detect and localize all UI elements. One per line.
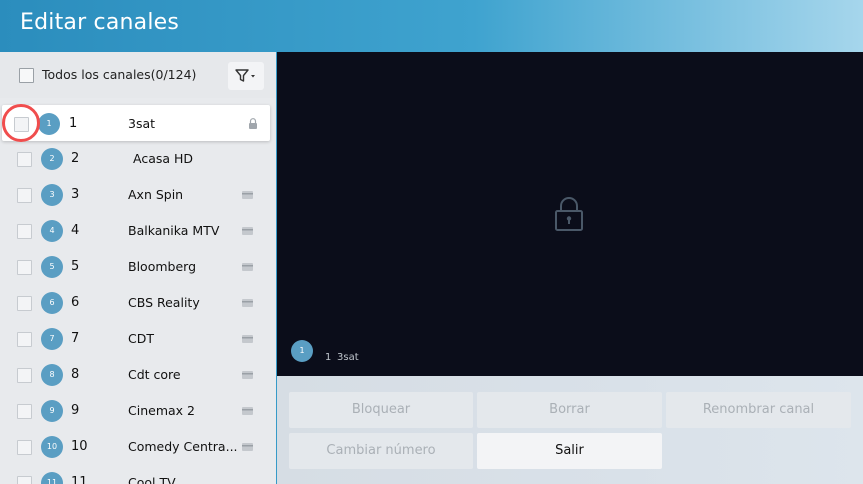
- preview-channel-badge: 1: [291, 340, 313, 362]
- channel-number: 3: [71, 187, 80, 202]
- rename-channel-button[interactable]: Renombrar canal: [666, 392, 851, 428]
- channel-list-panel: Todos los canales(0/124) 1 1 3sat 2 2 Ac…: [0, 52, 276, 484]
- preview-channel-number: 1: [325, 352, 332, 363]
- channel-number: 5: [71, 259, 80, 274]
- channel-card-icon: [242, 371, 253, 379]
- channel-checkbox[interactable]: [17, 440, 32, 455]
- highlight-circle: [2, 104, 40, 142]
- channel-name: Cool TV: [128, 475, 176, 484]
- channel-row[interactable]: 4 4 Balkanika MTV: [0, 213, 276, 249]
- channel-row[interactable]: 7 7 CDT: [0, 321, 276, 357]
- channel-card-icon: [242, 335, 253, 343]
- channel-row[interactable]: 8 8 Cdt core: [0, 357, 276, 393]
- channel-checkbox[interactable]: [17, 404, 32, 419]
- delete-button[interactable]: Borrar: [477, 392, 662, 428]
- channel-badge: 9: [41, 400, 63, 422]
- channel-checkbox[interactable]: [17, 260, 32, 275]
- channel-card-icon: [242, 299, 253, 307]
- channel-checkbox[interactable]: [17, 188, 32, 203]
- channel-number: 2: [71, 151, 80, 166]
- channel-row[interactable]: 5 5 Bloomberg: [0, 249, 276, 285]
- lock-icon: [249, 118, 257, 129]
- channel-row[interactable]: 6 6 CBS Reality: [0, 285, 276, 321]
- channel-preview: 1 1 3sat: [277, 52, 863, 376]
- lock-icon: [555, 197, 583, 231]
- channel-number: 10: [71, 439, 88, 454]
- channel-number: 11: [71, 475, 88, 484]
- channel-card-icon: [242, 191, 253, 199]
- channel-card-icon: [242, 443, 253, 451]
- channel-checkbox[interactable]: [17, 296, 32, 311]
- channel-name: CDT: [128, 331, 154, 346]
- channel-row[interactable]: 1 1 3sat: [2, 105, 270, 141]
- channel-row[interactable]: 11 11 Cool TV: [0, 465, 276, 484]
- channel-number: 7: [71, 331, 80, 346]
- channel-row[interactable]: 9 9 Cinemax 2: [0, 393, 276, 429]
- channel-checkbox[interactable]: [17, 224, 32, 239]
- channel-badge: 3: [41, 184, 63, 206]
- title-bar: Editar canales: [0, 0, 863, 52]
- channel-row[interactable]: 2 2 Acasa HD: [0, 141, 276, 177]
- lock-button[interactable]: Bloquear: [289, 392, 473, 428]
- channel-name: CBS Reality: [128, 295, 200, 310]
- channel-number: 4: [71, 223, 80, 238]
- channel-checkbox[interactable]: [17, 476, 32, 484]
- channel-badge: 2: [41, 148, 63, 170]
- channel-badge: 11: [41, 472, 63, 484]
- select-all-label: Todos los canales(0/124): [42, 67, 197, 82]
- channel-number: 9: [71, 403, 80, 418]
- select-all-checkbox[interactable]: [19, 68, 34, 83]
- channel-card-icon: [242, 407, 253, 415]
- channel-number: 1: [69, 116, 78, 131]
- channel-list-header: Todos los canales(0/124): [0, 52, 276, 98]
- channel-checkbox[interactable]: [17, 368, 32, 383]
- channel-badge: 8: [41, 364, 63, 386]
- exit-button[interactable]: Salir: [477, 433, 662, 469]
- channel-badge: 10: [41, 436, 63, 458]
- action-panel: Bloquear Borrar Renombrar canal Cambiar …: [277, 376, 863, 484]
- channel-badge: 5: [41, 256, 63, 278]
- channel-badge: 6: [41, 292, 63, 314]
- channel-checkbox[interactable]: [17, 332, 32, 347]
- channel-name: Comedy Centra...: [128, 439, 238, 454]
- channel-badge: 7: [41, 328, 63, 350]
- channel-row[interactable]: 10 10 Comedy Centra...: [0, 429, 276, 465]
- page-title: Editar canales: [20, 10, 180, 35]
- filter-button[interactable]: [228, 62, 264, 90]
- channel-name: Acasa HD: [133, 151, 194, 166]
- channel-name: Balkanika MTV: [128, 223, 220, 238]
- channel-name: Axn Spin: [128, 187, 184, 202]
- preview-channel-name: 3sat: [337, 352, 359, 363]
- channel-name: Bloomberg: [128, 259, 196, 274]
- channel-card-icon: [242, 227, 253, 235]
- channel-name: 3sat: [128, 116, 156, 131]
- channel-badge: 4: [41, 220, 63, 242]
- channel-name: Cinemax 2: [128, 403, 195, 418]
- channel-card-icon: [242, 263, 253, 271]
- change-number-button[interactable]: Cambiar número: [289, 433, 473, 469]
- channel-number: 6: [71, 295, 80, 310]
- channel-row[interactable]: 3 3 Axn Spin: [0, 177, 276, 213]
- filter-icon: [235, 69, 255, 82]
- channel-name: Cdt core: [128, 367, 181, 382]
- channel-checkbox[interactable]: [17, 152, 32, 167]
- channel-badge: 1: [38, 113, 60, 135]
- channel-number: 8: [71, 367, 80, 382]
